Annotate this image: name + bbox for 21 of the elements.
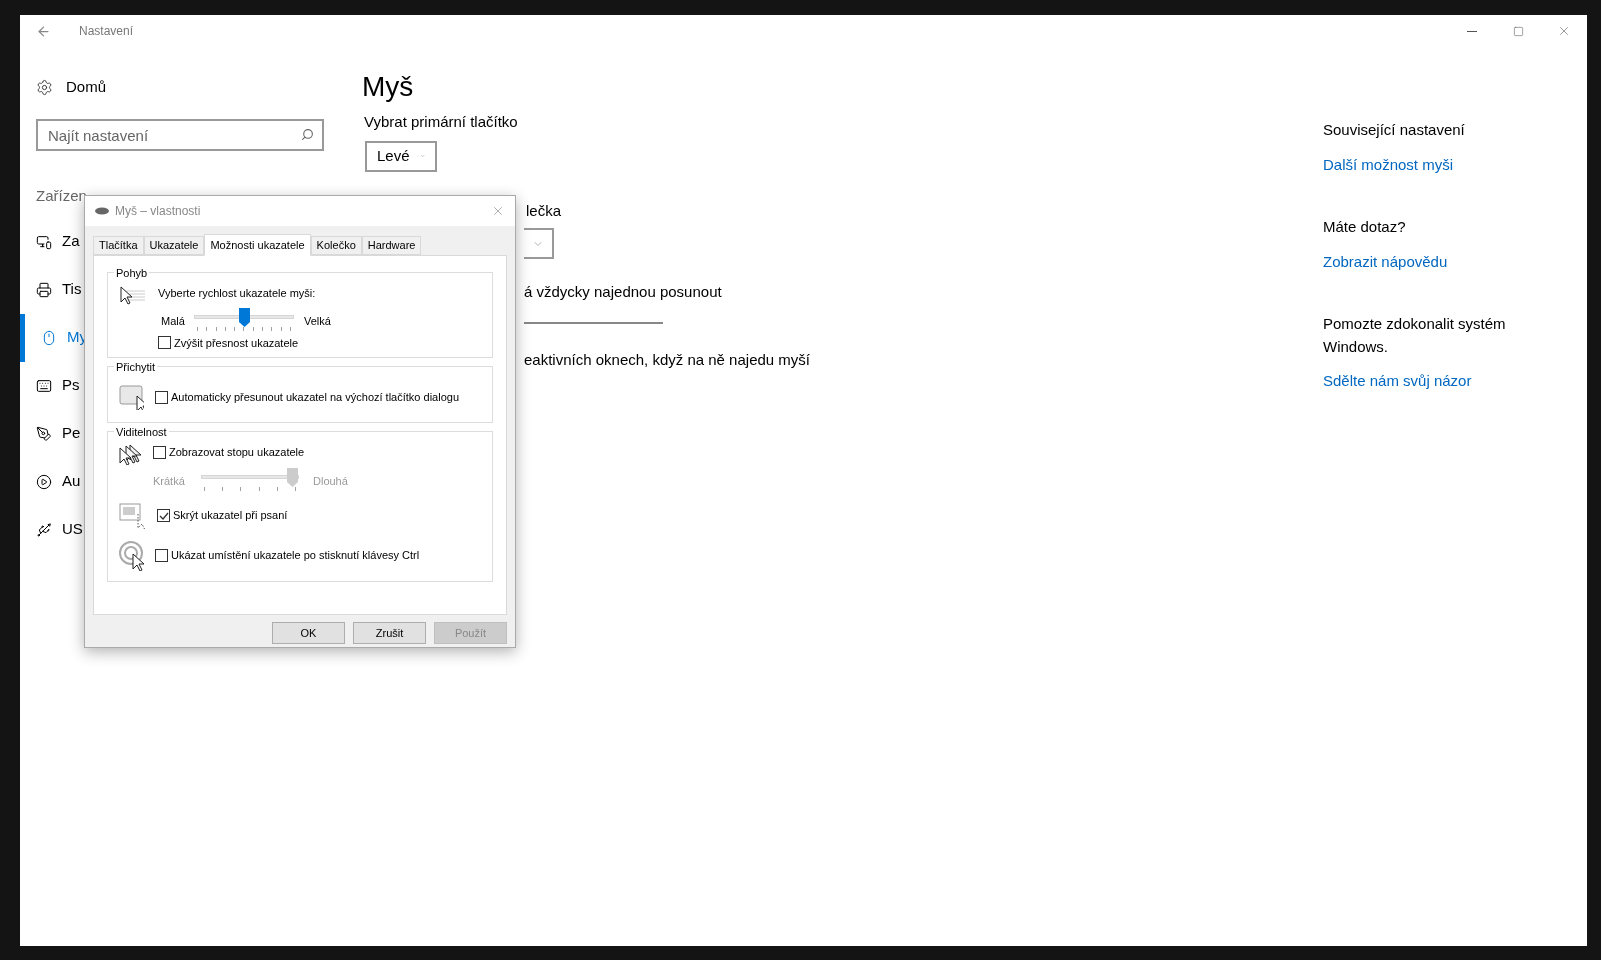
window-title: Nastavení (79, 23, 134, 40)
page-title: Myš (362, 70, 414, 104)
section-heading: Zařízen (36, 186, 87, 206)
dialog-title: Myš – vlastnosti (115, 203, 201, 220)
option-label: eaktivních oknech, když na ně najedu myší (524, 349, 810, 370)
related-heading: Související nastavení (1323, 120, 1466, 140)
field-label: Vybrat primární tlačítko (364, 112, 518, 132)
slider-max-label: Velká (304, 313, 331, 329)
option-label: á vždycky najednou posunout (524, 282, 722, 302)
slider-max-label: Dlouhá (313, 473, 348, 489)
slider-min-label: Krátká (153, 473, 186, 489)
checkbox-label: Ukázat umístění ukazatele po stisknutí klávesy Ctrl (171, 548, 420, 564)
checkbox-label: Zobrazovat stopu ukazatele (169, 445, 305, 460)
checkbox-label: Automaticky přesunout ukazatel na výchozí tlačítko dialogu (171, 390, 459, 406)
speed-prompt: Vyberte rychlost ukazatele myši: (158, 286, 317, 301)
slider-min-label: Malá (160, 313, 186, 329)
checkbox-label: Skrýt ukazatel při psaní (173, 508, 288, 524)
related-heading: Pomozte zdokonalit systém Windows. (1323, 314, 1507, 357)
field-label: lečka (526, 200, 562, 221)
related-heading: Máte dotaz? (1323, 217, 1407, 237)
checkbox-label: Zvýšit přesnost ukazatele (174, 335, 299, 351)
